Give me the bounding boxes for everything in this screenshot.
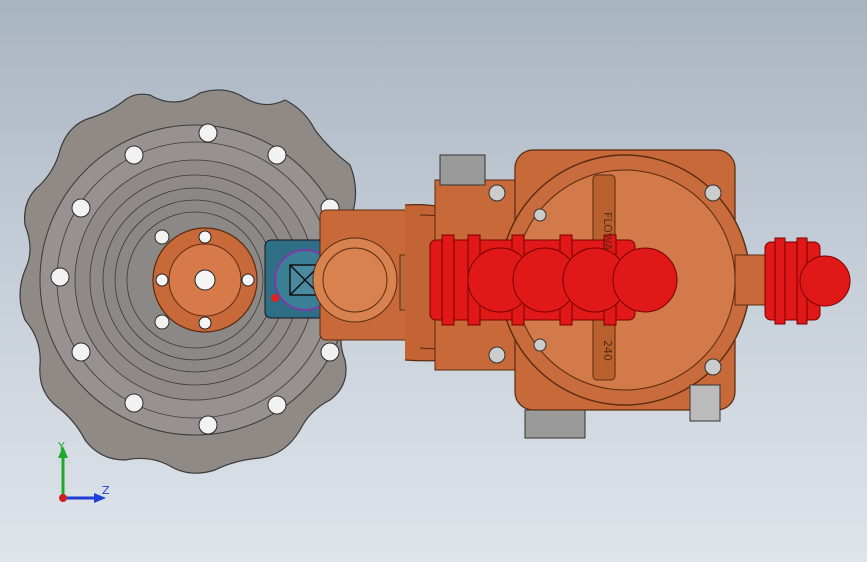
engraving-bottom: 240: [601, 340, 614, 361]
y-axis-label: Y: [58, 440, 65, 453]
engraving-top: FLOWA: [601, 212, 614, 251]
robot-wrist-model[interactable]: FLOWA 240: [0, 0, 867, 562]
flange-hub: [152, 227, 258, 333]
graphics-viewport[interactable]: FLOWA 240 Y Z: [0, 0, 867, 562]
orientation-triad: Y Z: [50, 440, 120, 510]
red-bellows: [429, 234, 851, 326]
x-axis-dot: [59, 494, 67, 502]
z-axis-label: Z: [102, 484, 110, 497]
